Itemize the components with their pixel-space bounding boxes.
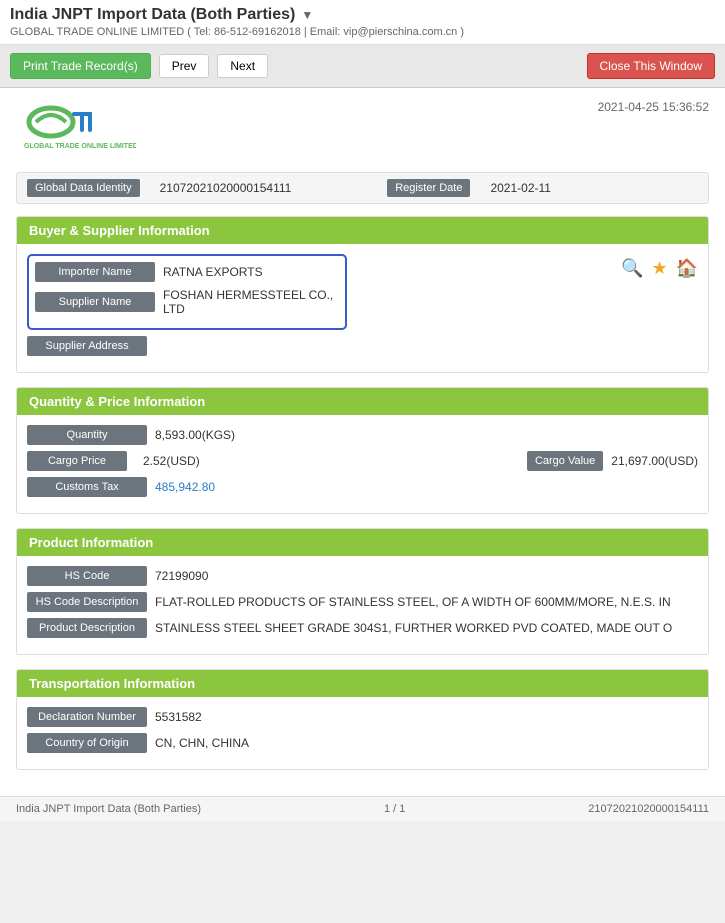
quantity-row: Quantity 8,593.00(KGS): [27, 425, 698, 445]
product-desc-row: Product Description STAINLESS STEEL SHEE…: [27, 618, 698, 638]
logo-box: GLOBAL TRADE ONLINE LIMITED: [16, 100, 136, 160]
transportation-section: Transportation Information Declaration N…: [16, 669, 709, 770]
buyer-action-icons: 🔍 ★ 🏠: [621, 254, 698, 279]
quantity-price-body: Quantity 8,593.00(KGS) Cargo Price 2.52(…: [17, 415, 708, 513]
global-data-identity-label: Global Data Identity: [27, 179, 140, 197]
transportation-header: Transportation Information: [17, 670, 708, 697]
prev-button[interactable]: Prev: [159, 54, 210, 78]
declaration-number-label: Declaration Number: [27, 707, 147, 727]
hs-code-label: HS Code: [27, 566, 147, 586]
hs-code-row: HS Code 72199090: [27, 566, 698, 586]
star-icon[interactable]: ★: [651, 258, 667, 279]
cargo-price-label: Cargo Price: [27, 451, 127, 471]
quantity-label: Quantity: [27, 425, 147, 445]
main-content: GLOBAL TRADE ONLINE LIMITED 2021-04-25 1…: [0, 88, 725, 796]
declaration-number-value: 5531582: [155, 710, 698, 724]
page-header: India JNPT Import Data (Both Parties) ▼ …: [0, 0, 725, 45]
customs-tax-value: 485,942.80: [155, 480, 698, 494]
hs-code-desc-value: FLAT-ROLLED PRODUCTS OF STAINLESS STEEL,…: [155, 595, 698, 609]
product-section: Product Information HS Code 72199090 HS …: [16, 528, 709, 655]
footer-right: 21072021020000154111: [588, 803, 709, 815]
quantity-price-header: Quantity & Price Information: [17, 388, 708, 415]
page-subtitle: GLOBAL TRADE ONLINE LIMITED ( Tel: 86-51…: [10, 26, 715, 38]
supplier-row: Supplier Name FOSHAN HERMESSTEEL CO., LT…: [35, 288, 339, 316]
supplier-address-row: Supplier Address: [27, 336, 621, 356]
title-text: India JNPT Import Data (Both Parties): [10, 6, 295, 24]
global-data-identity-value: 21072021020000154111: [160, 181, 368, 195]
dropdown-arrow-icon[interactable]: ▼: [301, 8, 313, 22]
register-date-label: Register Date: [387, 179, 470, 197]
product-desc-label: Product Description: [27, 618, 147, 638]
footer-left: India JNPT Import Data (Both Parties): [16, 803, 201, 815]
next-button[interactable]: Next: [217, 54, 268, 78]
country-of-origin-value: CN, CHN, CHINA: [155, 736, 698, 750]
footer-bar: India JNPT Import Data (Both Parties) 1 …: [0, 796, 725, 821]
product-body: HS Code 72199090 HS Code Description FLA…: [17, 556, 708, 654]
country-of-origin-row: Country of Origin CN, CHN, CHINA: [27, 733, 698, 753]
buyer-supplier-section: Buyer & Supplier Information Importer Na…: [16, 216, 709, 373]
declaration-number-row: Declaration Number 5531582: [27, 707, 698, 727]
search-icon[interactable]: 🔍: [621, 258, 643, 279]
buyer-highlighted-box: Importer Name RATNA EXPORTS Supplier Nam…: [27, 254, 347, 330]
home-icon[interactable]: 🏠: [676, 258, 698, 279]
toolbar: Print Trade Record(s) Prev Next Close Th…: [0, 45, 725, 88]
buyer-fields: Importer Name RATNA EXPORTS Supplier Nam…: [27, 254, 621, 362]
timestamp: 2021-04-25 15:36:52: [598, 100, 709, 114]
importer-row: Importer Name RATNA EXPORTS: [35, 262, 339, 282]
product-desc-value: STAINLESS STEEL SHEET GRADE 304S1, FURTH…: [155, 621, 698, 635]
close-button[interactable]: Close This Window: [587, 53, 715, 79]
customs-tax-label: Customs Tax: [27, 477, 147, 497]
transportation-body: Declaration Number 5531582 Country of Or…: [17, 697, 708, 769]
company-logo: GLOBAL TRADE ONLINE LIMITED: [16, 100, 136, 160]
print-button[interactable]: Print Trade Record(s): [10, 53, 151, 79]
quantity-value: 8,593.00(KGS): [155, 428, 698, 442]
supplier-address-label: Supplier Address: [27, 336, 147, 356]
meta-row: Global Data Identity 2107202102000015411…: [16, 172, 709, 204]
country-of-origin-label: Country of Origin: [27, 733, 147, 753]
buyer-supplier-header: Buyer & Supplier Information: [17, 217, 708, 244]
cargo-price-value: 2.52(USD): [143, 454, 519, 468]
buyer-supplier-body: Importer Name RATNA EXPORTS Supplier Nam…: [17, 244, 708, 372]
quantity-price-section: Quantity & Price Information Quantity 8,…: [16, 387, 709, 514]
hs-code-desc-row: HS Code Description FLAT-ROLLED PRODUCTS…: [27, 592, 698, 612]
svg-text:GLOBAL TRADE ONLINE LIMITED: GLOBAL TRADE ONLINE LIMITED: [24, 143, 136, 150]
cargo-price-row: Cargo Price 2.52(USD) Cargo Value 21,697…: [27, 451, 698, 471]
footer-middle: 1 / 1: [384, 803, 405, 815]
hs-code-value: 72199090: [155, 569, 698, 583]
customs-tax-row: Customs Tax 485,942.80: [27, 477, 698, 497]
cargo-value-value: 21,697.00(USD): [611, 454, 698, 468]
register-date-value: 2021-02-11: [490, 181, 698, 195]
importer-label: Importer Name: [35, 262, 155, 282]
page-title: India JNPT Import Data (Both Parties) ▼: [10, 6, 715, 24]
cargo-value-label: Cargo Value: [527, 451, 603, 471]
importer-value: RATNA EXPORTS: [163, 265, 339, 279]
logo-area: GLOBAL TRADE ONLINE LIMITED 2021-04-25 1…: [16, 100, 709, 160]
hs-code-desc-label: HS Code Description: [27, 592, 147, 612]
product-header: Product Information: [17, 529, 708, 556]
supplier-value: FOSHAN HERMESSTEEL CO., LTD: [163, 288, 339, 316]
supplier-label: Supplier Name: [35, 292, 155, 312]
